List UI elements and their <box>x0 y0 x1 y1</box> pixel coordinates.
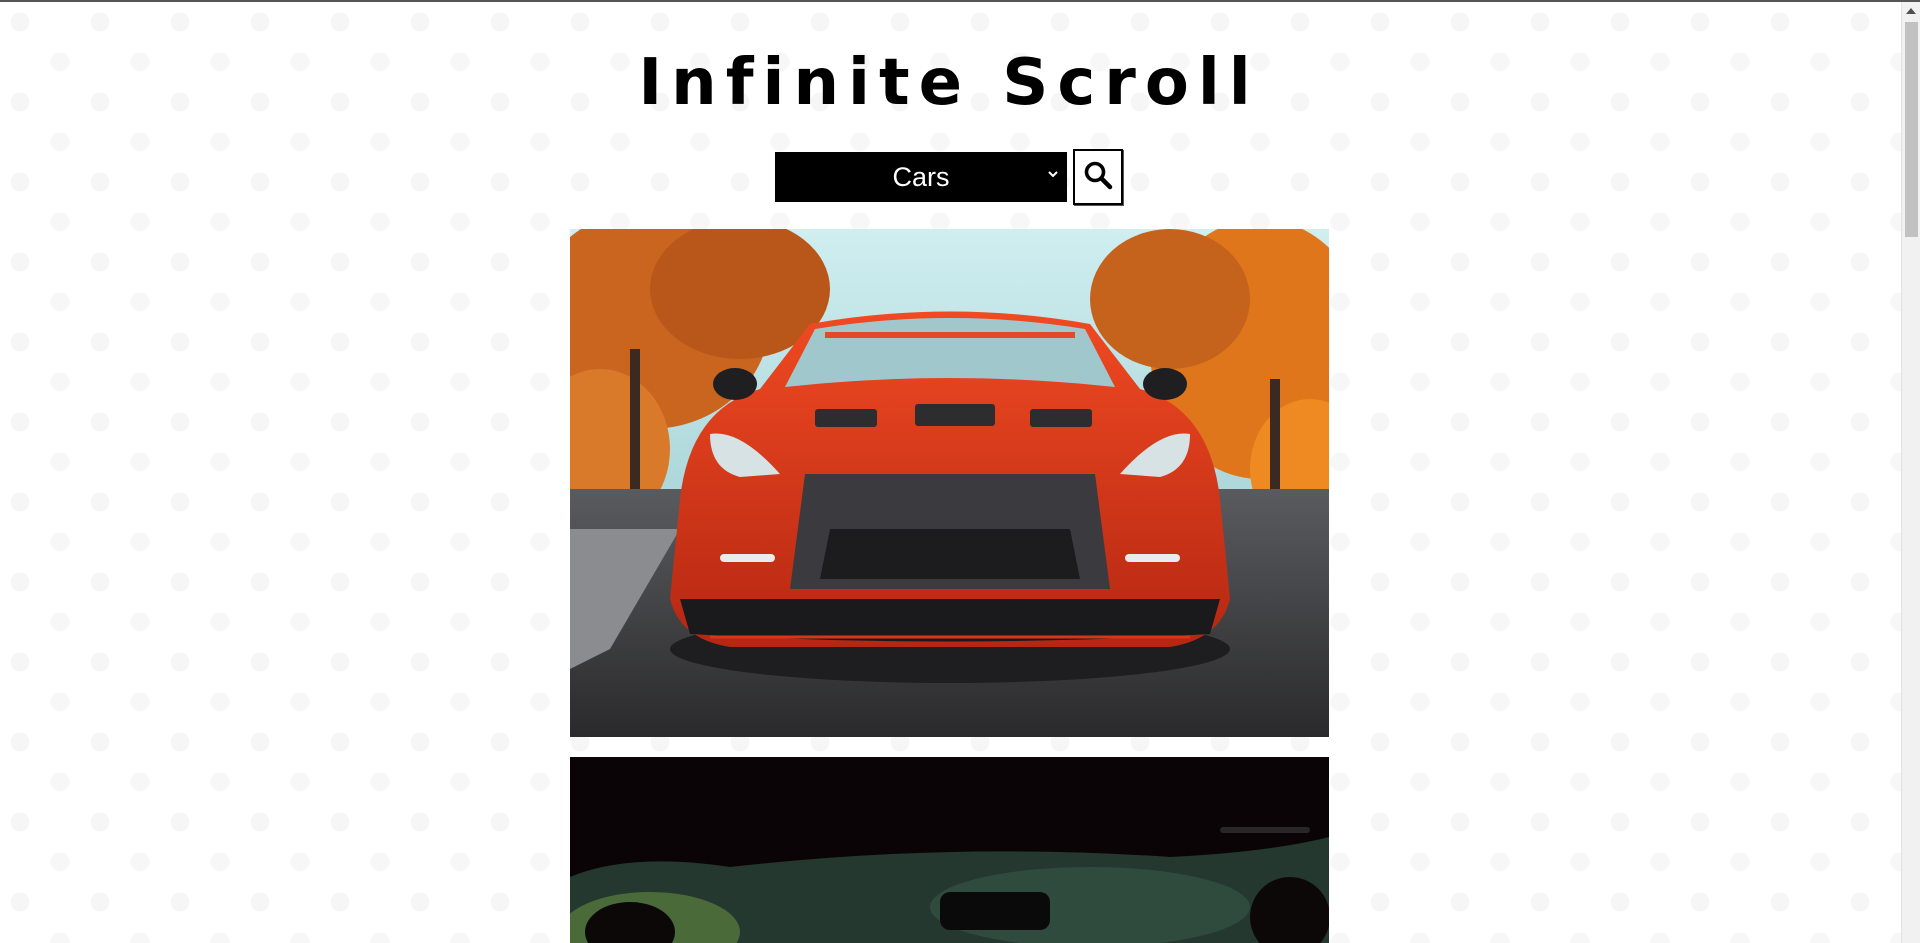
search-button[interactable] <box>1073 149 1123 205</box>
search-controls: Cars <box>775 149 1123 205</box>
page-title: Infinite Scroll <box>638 46 1260 120</box>
page: Infinite Scroll Cars <box>0 0 1920 943</box>
scrollbar-thumb[interactable] <box>1905 22 1918 237</box>
category-select[interactable]: Cars <box>775 152 1067 202</box>
search-icon <box>1083 160 1113 195</box>
feed-image-car <box>570 229 1329 737</box>
feed-image-interior <box>570 757 1329 943</box>
vertical-scrollbar[interactable] <box>1901 2 1920 943</box>
category-select-value: Cars <box>892 161 950 192</box>
arrow-up-icon[interactable] <box>1906 8 1916 14</box>
chevron-down-icon <box>1047 166 1059 184</box>
